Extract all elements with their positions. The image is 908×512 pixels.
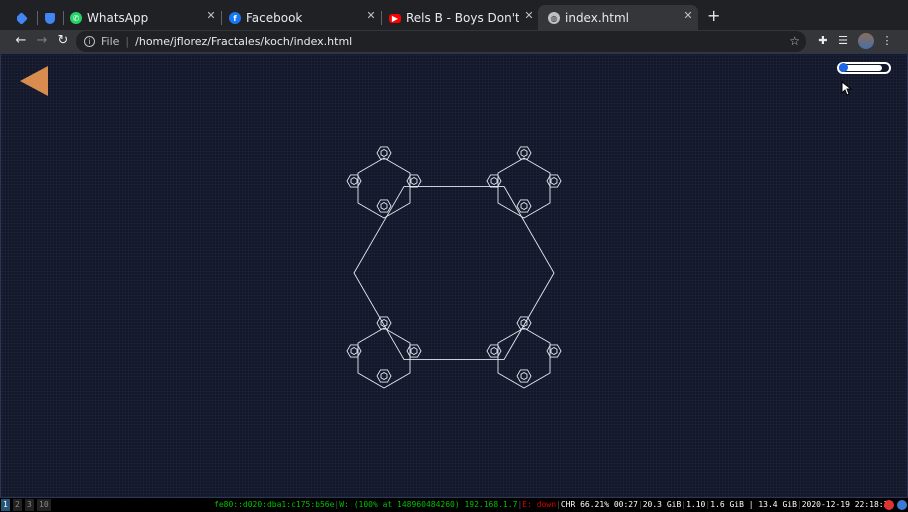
tab-2[interactable] (45, 7, 60, 29)
fractal-tiny-hexagon (350, 176, 358, 186)
address-bar[interactable]: i File | /home/jflorez/Fractales/koch/in… (76, 31, 806, 52)
fractal-small-hexagon (406, 344, 422, 358)
workspace-1[interactable]: 1 (1, 499, 10, 511)
fractal-tiny-hexagon (550, 346, 558, 356)
avatar[interactable] (858, 33, 874, 49)
fractal-small-hexagon (376, 146, 392, 160)
bookmark-star-icon[interactable]: ☆ (789, 34, 800, 48)
battery-status: CHR 66.21% 00:27 (560, 500, 638, 509)
diamond-icon (17, 11, 28, 25)
back-icon[interactable]: ← (13, 33, 29, 49)
facebook-icon: f (229, 12, 241, 24)
close-icon[interactable]: ✕ (206, 10, 216, 21)
fractal-small-hexagon (516, 316, 532, 330)
fractal-tiny-hexagon (550, 176, 558, 186)
new-tab-button[interactable]: + (707, 8, 720, 24)
media-queue-icon[interactable]: ☰ (836, 34, 850, 48)
url-divider: | (125, 35, 130, 48)
tab-1[interactable] (17, 7, 31, 29)
fractal-tiny-hexagon (520, 148, 528, 158)
info-icon[interactable]: i (84, 36, 95, 47)
fractal-tiny-hexagon (410, 176, 418, 186)
wifi-status: W: (100% at 148960484260) 192.168.1.7 (339, 500, 518, 509)
fractal-tiny-hexagon (490, 346, 498, 356)
fractal-small-hexagon (376, 369, 392, 383)
fractal-small-hexagon (486, 174, 502, 188)
fractal-tiny-hexagon (350, 346, 358, 356)
fractal-small-hexagon (516, 369, 532, 383)
tab-title: Rels B - Boys Don't Cry (P (406, 11, 519, 25)
fractal-tiny-hexagon (490, 176, 498, 186)
browser-toolbar: ← → ↻ i File | /home/jflorez/Fractales/k… (0, 30, 908, 53)
memory-total-status: 13.4 GiB (758, 500, 797, 509)
tab-facebook[interactable]: f Facebook (229, 7, 364, 29)
ipv6-status: fe80::d020:dba1:c175:b56e (214, 500, 335, 509)
close-icon[interactable]: ✕ (683, 10, 693, 21)
load-status: 1.10 (686, 500, 706, 509)
fractal-tiny-hexagon (520, 371, 528, 381)
url-scheme: File (101, 35, 120, 48)
tab-title: WhatsApp (87, 11, 149, 25)
workspace-3[interactable]: 3 (25, 499, 34, 511)
tab-whatsapp[interactable]: ✆ WhatsApp (70, 7, 200, 29)
tab-separator (37, 11, 38, 25)
menu-kebab-icon[interactable]: ⋮ (880, 34, 894, 48)
tab-index[interactable]: ◍ index.html (548, 7, 678, 29)
tab-youtube[interactable]: ▶ Rels B - Boys Don't Cry (P (389, 7, 519, 29)
extensions-icon[interactable]: ✚ (816, 34, 830, 48)
tray-icon[interactable] (884, 500, 894, 510)
close-icon[interactable]: ✕ (524, 10, 534, 21)
workspace-2[interactable]: 2 (13, 499, 22, 511)
fractal-small-hexagon (516, 146, 532, 160)
fractal-small-hexagon (546, 174, 562, 188)
url-text: /home/jflorez/Fractales/koch/index.html (135, 35, 353, 48)
youtube-icon: ▶ (389, 13, 401, 23)
tab-title: index.html (565, 11, 629, 25)
fractal-tiny-hexagon (410, 346, 418, 356)
clock: 2020-12-19 22:18:35 (801, 500, 894, 509)
tab-separator (63, 11, 64, 25)
ethernet-status: E: down (522, 500, 557, 509)
system-status-bar: 1 2 3 10 fe80::d020:dba1:c175:b56e|W: (1… (0, 498, 908, 512)
fractal-tiny-hexagon (520, 201, 528, 211)
shield-icon (45, 12, 55, 24)
koch-fractal-canvas (346, 146, 562, 389)
forward-icon[interactable]: → (34, 33, 50, 49)
page-viewport (0, 53, 908, 498)
tab-separator (381, 11, 382, 25)
memory-status: 1.6 GiB (710, 500, 744, 509)
tab-title: Facebook (246, 11, 303, 25)
close-icon[interactable]: ✕ (366, 10, 376, 21)
workspace-10[interactable]: 10 (37, 499, 51, 511)
status-blocks: fe80::d020:dba1:c175:b56e|W: (100% at 14… (214, 500, 894, 509)
network-tray-icon[interactable] (897, 500, 907, 510)
disk-status: 20.3 GiB (642, 500, 682, 509)
globe-icon: ◍ (548, 12, 560, 24)
fractal-small-hexagon (406, 174, 422, 188)
fractal-tiny-hexagon (380, 148, 388, 158)
fractal-small-hexagon (346, 344, 362, 358)
tab-separator (221, 11, 222, 25)
fractal-small-hexagon (376, 199, 392, 213)
fractal-small-hexagon (346, 174, 362, 188)
fractal-small-hexagon (546, 344, 562, 358)
fractal-small-hexagon (516, 199, 532, 213)
reload-icon[interactable]: ↻ (55, 33, 71, 49)
whatsapp-icon: ✆ (70, 12, 82, 24)
fractal-tiny-hexagon (380, 201, 388, 211)
fractal-small-hexagon (486, 344, 502, 358)
fractal-small-hexagon (376, 316, 392, 330)
fractal-tiny-hexagon (380, 371, 388, 381)
tab-strip: ✆ WhatsApp ✕ f Facebook ✕ ▶ Rels B - Boy… (0, 0, 908, 30)
